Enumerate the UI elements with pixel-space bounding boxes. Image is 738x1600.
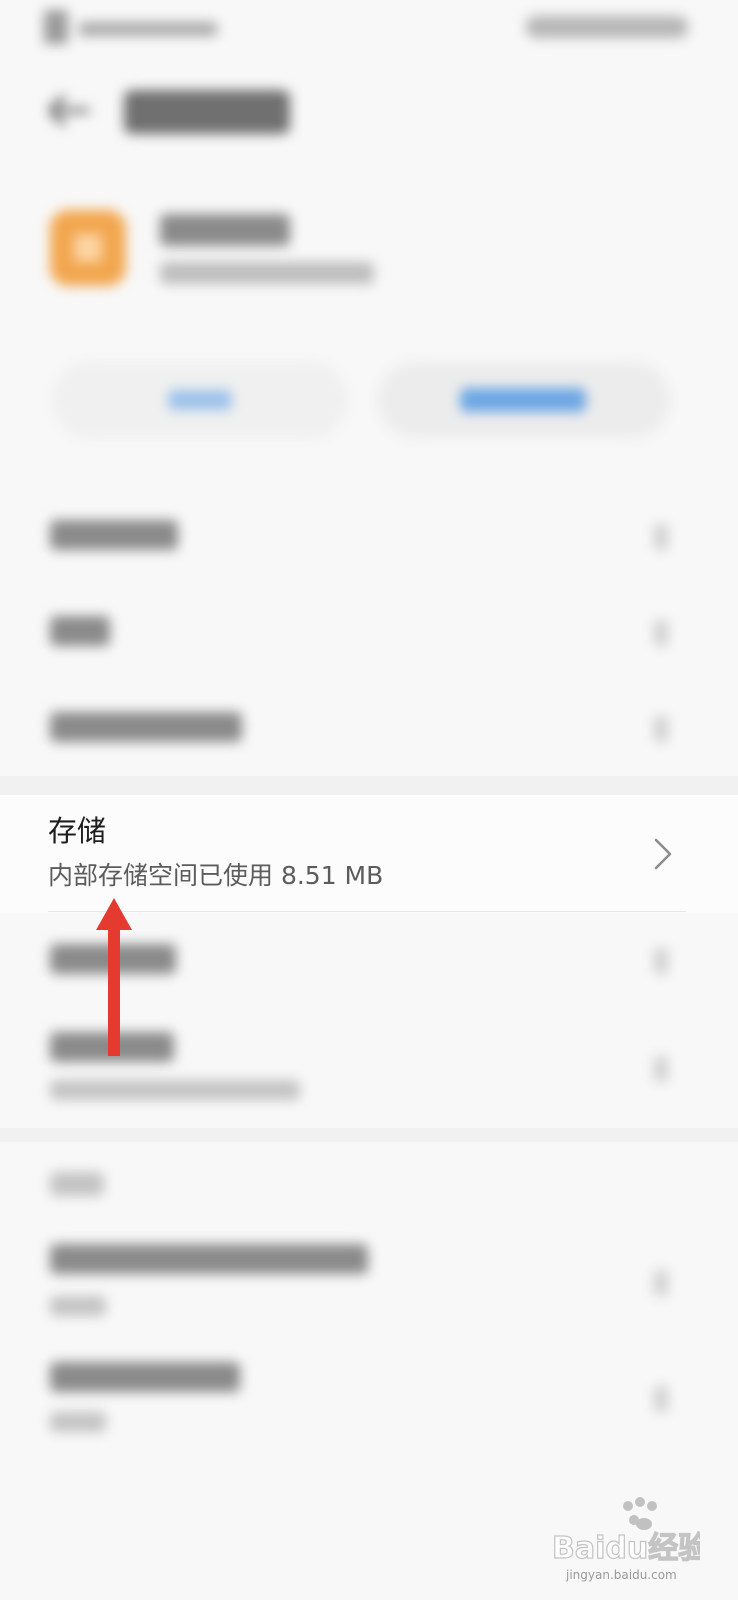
status-bar-signal: [44, 10, 224, 44]
chevron-right-icon: [654, 1056, 668, 1082]
app-info-screen: 存储 内部存储空间已使用 8.51 MB Baidu经验 jingyan.bai…: [0, 0, 738, 1600]
chevron-right-icon: [654, 524, 668, 550]
section-divider: [0, 776, 738, 795]
section-divider: [0, 1128, 738, 1142]
settings-row-sublabel: [50, 1412, 106, 1432]
app-version: [160, 262, 374, 284]
watermark-url: jingyan.baidu.com: [566, 1568, 677, 1582]
red-up-arrow-annotation: [96, 898, 132, 1056]
storage-usage-text: 内部存储空间已使用 8.51 MB: [48, 861, 384, 890]
status-bar-battery-time: [526, 16, 688, 38]
chevron-right-icon: [654, 1386, 668, 1412]
chevron-right-icon: [654, 1270, 668, 1296]
storage-title: 存储: [48, 814, 107, 848]
sim-icon: [44, 10, 68, 44]
settings-row-sublabel: [50, 1080, 300, 1100]
row-divider: [48, 911, 686, 912]
page-title: [124, 90, 290, 134]
signal-icon: [78, 22, 218, 36]
chevron-right-icon: [654, 838, 672, 870]
settings-row-label[interactable]: [50, 616, 110, 646]
settings-row-label[interactable]: [50, 1244, 368, 1274]
chevron-right-icon: [654, 620, 668, 646]
back-arrow-icon[interactable]: [44, 92, 94, 128]
storage-row[interactable]: 存储 内部存储空间已使用 8.51 MB: [0, 795, 738, 913]
svg-text:Baidu经验: Baidu经验: [552, 1531, 700, 1566]
baidu-jingyan-watermark: Baidu经验: [551, 1497, 700, 1567]
chevron-right-icon: [654, 716, 668, 742]
app-name: [160, 214, 290, 246]
uninstall-button[interactable]: [52, 362, 348, 438]
section-header: [50, 1172, 104, 1196]
chevron-right-icon: [654, 948, 668, 974]
force-stop-button[interactable]: [378, 362, 670, 438]
settings-row-label[interactable]: [50, 1362, 240, 1392]
settings-row-sublabel: [50, 1296, 106, 1316]
settings-row-label[interactable]: [50, 520, 178, 550]
app-icon: [50, 210, 126, 286]
settings-row-label[interactable]: [50, 712, 242, 742]
